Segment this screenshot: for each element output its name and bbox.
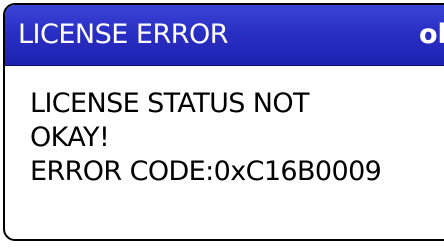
dialog-title: LICENSE ERROR: [18, 19, 229, 50]
ok-button[interactable]: ok: [419, 18, 444, 52]
error-message: LICENSE STATUS NOT OKAY! ERROR CODE:0xC1…: [30, 87, 430, 189]
dialog-titlebar: LICENSE ERROR ok: [5, 5, 444, 66]
message-line-error-code: ERROR CODE:0xC16B0009: [30, 156, 382, 187]
message-line-status: LICENSE STATUS NOT: [30, 88, 310, 119]
license-error-dialog: LICENSE ERROR ok LICENSE STATUS NOT OKAY…: [3, 3, 444, 241]
message-line-okay: OKAY!: [30, 122, 110, 153]
